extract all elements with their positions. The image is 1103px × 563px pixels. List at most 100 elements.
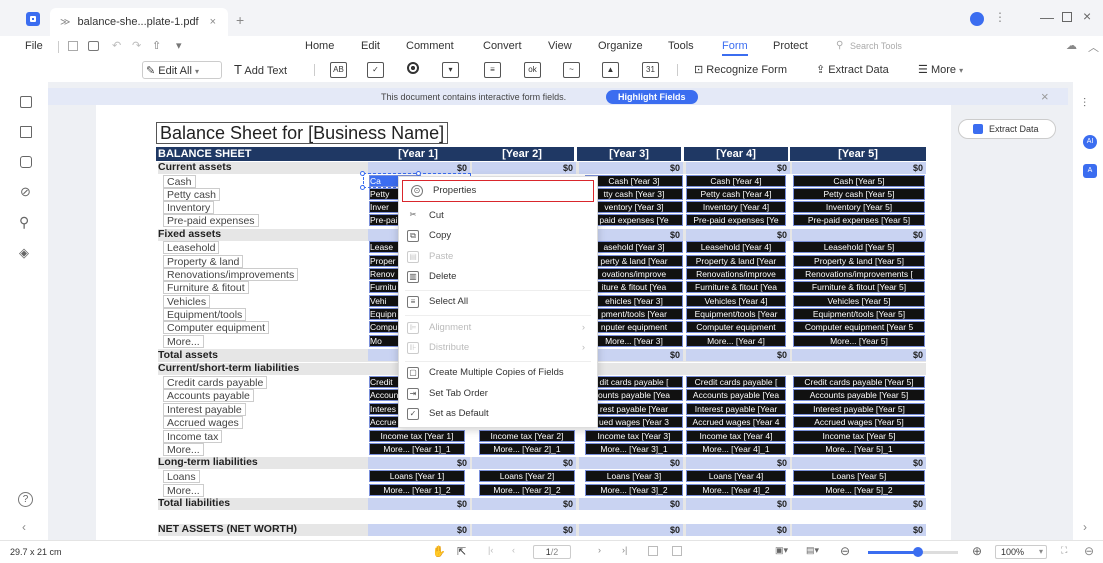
combo-box-icon[interactable]: ▾: [442, 62, 459, 78]
form-field-y5[interactable]: Equipment/tools [Year 5]: [793, 308, 925, 320]
open-icon[interactable]: [68, 41, 78, 51]
menu-item-set-tab-order[interactable]: ⇥ Set Tab Order: [399, 384, 597, 404]
form-field-y3[interactable]: nputer equipment: [585, 321, 683, 333]
form-field-y5[interactable]: Computer equipment [Year 5: [793, 321, 925, 333]
menu-item-set-default[interactable]: ✓ Set as Default: [399, 404, 597, 424]
zoom-slider[interactable]: [868, 547, 958, 557]
new-tab-icon[interactable]: +: [236, 12, 244, 28]
form-field-y5[interactable]: Furniture & fitout [Year 5]: [793, 281, 925, 293]
recognize-form-button[interactable]: ⊡ Recognize Form: [694, 61, 787, 79]
form-field-y4[interactable]: Inventory [Year 4]: [686, 201, 786, 213]
collapse-ribbon-icon[interactable]: ︿: [1088, 39, 1099, 55]
menu-edit[interactable]: Edit: [361, 40, 380, 52]
checkbox-icon[interactable]: ✓: [367, 62, 384, 78]
form-field-y4[interactable]: Accrued wages [Year 4: [686, 416, 786, 428]
total-field[interactable]: $0: [792, 162, 926, 174]
total-field[interactable]: $0: [686, 229, 790, 241]
total-field[interactable]: $0: [368, 457, 470, 469]
total-field[interactable]: $0: [472, 457, 576, 469]
form-field-y5[interactable]: Accrued wages [Year 5]: [793, 416, 925, 428]
row-label-loans[interactable]: Loans: [163, 470, 200, 483]
settings-circle-icon[interactable]: ⊖: [1084, 544, 1094, 558]
first-page-icon[interactable]: |‹: [488, 545, 493, 555]
row-label-more[interactable]: More...: [163, 335, 204, 348]
thumbnails-icon[interactable]: [20, 96, 32, 108]
close-window-icon[interactable]: ×: [1083, 8, 1091, 24]
edit-all-button[interactable]: ✎ Edit All ▾: [142, 61, 222, 79]
translate-icon[interactable]: A: [1083, 164, 1097, 178]
highlight-fields-button[interactable]: Highlight Fields: [606, 90, 698, 104]
total-field[interactable]: $0: [579, 457, 683, 469]
row-label-computer[interactable]: Computer equipment: [163, 321, 270, 334]
form-field-y5[interactable]: Interest payable [Year 5]: [793, 403, 925, 415]
form-field-y3[interactable]: ued wages [Year 3: [585, 416, 683, 428]
row-label-cash[interactable]: Cash: [163, 175, 196, 188]
form-field-y4[interactable]: Furniture & fitout [Yea: [686, 281, 786, 293]
form-field-y2[interactable]: Income tax [Year 2]: [479, 430, 575, 442]
form-field-y3[interactable]: ehicles [Year 3]: [585, 295, 683, 307]
form-field-y4[interactable]: Accounts payable [Yea: [686, 389, 786, 401]
signature-icon[interactable]: ~: [563, 62, 580, 78]
form-field-y3[interactable]: ventory [Year 3]: [585, 201, 683, 213]
row-label-leasehold[interactable]: Leasehold: [163, 241, 220, 254]
form-field-y3[interactable]: ounts payable [Yea: [585, 389, 683, 401]
form-field-y4[interactable]: Credit cards payable [: [686, 376, 786, 388]
document-title[interactable]: Balance Sheet for [Business Name]: [156, 122, 449, 144]
user-avatar[interactable]: [970, 12, 984, 26]
form-field-y4[interactable]: Leasehold [Year 4]: [686, 241, 786, 253]
form-field-y4[interactable]: Renovations/improve: [686, 268, 786, 280]
row-label-petty-cash[interactable]: Petty cash: [163, 188, 221, 201]
properties-panel-icon[interactable]: ⫶: [1083, 96, 1086, 111]
view-mode-icon[interactable]: ▣▾: [775, 545, 788, 556]
form-field-y1[interactable]: Loans [Year 1]: [369, 470, 465, 482]
form-field-y2[interactable]: More... [Year 2]_1: [479, 443, 575, 455]
minimize-icon[interactable]: —: [1040, 9, 1054, 25]
menu-file[interactable]: File: [25, 40, 43, 52]
notice-close-icon[interactable]: ×: [1041, 89, 1049, 104]
share-icon[interactable]: ⇧: [152, 39, 161, 52]
form-field-y2[interactable]: More... [Year 2]_2: [479, 484, 575, 496]
form-field-y3[interactable]: Loans [Year 3]: [585, 470, 683, 482]
row-label-inventory[interactable]: Inventory: [163, 201, 215, 214]
total-field[interactable]: $0: [472, 498, 576, 510]
form-field-y4[interactable]: Income tax [Year 4]: [686, 430, 786, 442]
form-field-y4[interactable]: Petty cash [Year 4]: [686, 188, 786, 200]
form-field-y1[interactable]: Income tax [Year 1]: [369, 430, 465, 442]
form-field-y3[interactable]: perty & land [Year: [585, 255, 683, 267]
menu-protect[interactable]: Protect: [773, 40, 808, 52]
form-field-y4[interactable]: Loans [Year 4]: [686, 470, 786, 482]
layout-icon[interactable]: ▤▾: [806, 545, 819, 556]
total-field[interactable]: $0: [579, 498, 683, 510]
menu-item-select-all[interactable]: ≡ Select All: [399, 292, 597, 312]
form-field-y5[interactable]: Accounts payable [Year 5]: [793, 389, 925, 401]
menu-form[interactable]: Form: [722, 40, 748, 56]
undo-icon[interactable]: ↶: [112, 39, 121, 52]
row-label-renovations[interactable]: Renovations/improvements: [163, 268, 299, 281]
menu-comment[interactable]: Comment: [406, 40, 454, 52]
row-label-property[interactable]: Property & land: [163, 255, 244, 268]
document-tab[interactable]: ≫ balance-she...plate-1.pdf ×: [50, 8, 228, 36]
form-field-y5[interactable]: Income tax [Year 5]: [793, 430, 925, 442]
total-field[interactable]: $0: [792, 229, 926, 241]
form-field-y3[interactable]: Cash [Year 3]: [585, 175, 683, 187]
collapse-left-icon[interactable]: ‹: [22, 520, 26, 534]
menu-item-create-copies[interactable]: ▢ Create Multiple Copies of Fields: [399, 363, 597, 383]
total-field[interactable]: $0: [686, 524, 790, 536]
menu-view[interactable]: View: [548, 40, 572, 52]
resize-handle[interactable]: [360, 185, 365, 190]
form-field-y3[interactable]: rest payable [Year: [585, 403, 683, 415]
select-tool-icon[interactable]: ⇱: [457, 545, 466, 558]
total-field[interactable]: $0: [579, 524, 683, 536]
row-label-prepaid[interactable]: Pre-paid expenses: [163, 214, 259, 227]
form-field-y4[interactable]: Computer equipment: [686, 321, 786, 333]
button-field-icon[interactable]: ok: [524, 62, 541, 78]
next-page-icon[interactable]: ›: [598, 545, 601, 555]
extract-data-toolbar-button[interactable]: ⇪ Extract Data: [816, 61, 889, 79]
form-field-y5[interactable]: Loans [Year 5]: [793, 470, 925, 482]
total-field[interactable]: $0: [792, 498, 926, 510]
tab-close-icon[interactable]: ×: [210, 8, 216, 36]
form-field-y5[interactable]: Petty cash [Year 5]: [793, 188, 925, 200]
extract-data-button[interactable]: Extract Data: [958, 119, 1056, 139]
search-tools-input[interactable]: Search Tools: [850, 41, 902, 51]
zoom-out-icon[interactable]: ⊖: [840, 544, 850, 558]
